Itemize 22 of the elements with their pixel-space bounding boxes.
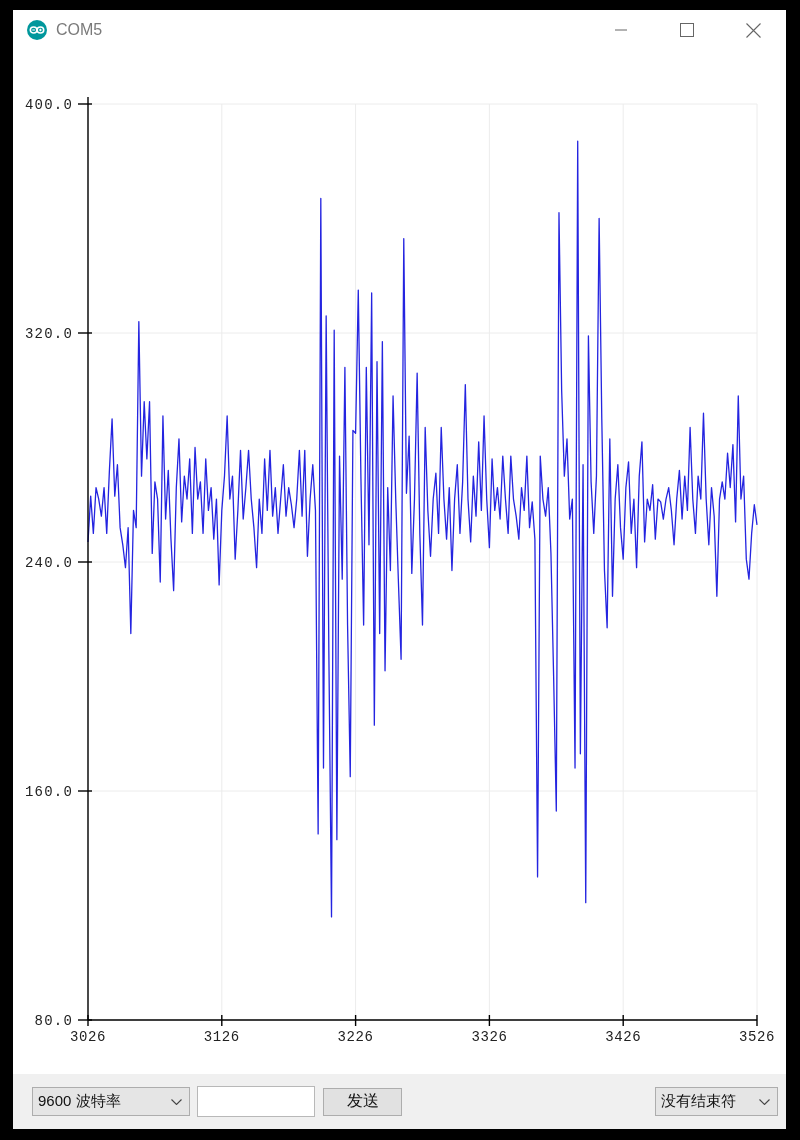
x-tick-label: 3326 bbox=[471, 1029, 508, 1045]
x-tick-label: 3226 bbox=[337, 1029, 374, 1045]
x-tick-label: 3126 bbox=[203, 1029, 240, 1045]
x-tick-label: 3026 bbox=[70, 1029, 106, 1045]
y-tick-label: 400.0 bbox=[25, 97, 73, 113]
app-logo-icon bbox=[27, 20, 47, 40]
send-button[interactable]: 发送 bbox=[323, 1087, 402, 1116]
close-icon bbox=[745, 22, 761, 38]
window-title: COM5 bbox=[56, 21, 103, 39]
y-tick-label: 80.0 bbox=[34, 1013, 73, 1029]
maximize-icon bbox=[680, 23, 694, 37]
minimize-icon bbox=[615, 29, 627, 31]
line-ending-dropdown[interactable]: 没有结束符 bbox=[655, 1087, 778, 1116]
x-tick-label: 3526 bbox=[739, 1029, 775, 1045]
chevron-down-icon bbox=[171, 1098, 182, 1105]
baud-rate-dropdown[interactable]: 9600 波特率 bbox=[32, 1087, 190, 1116]
y-tick-label: 160.0 bbox=[25, 784, 73, 800]
y-tick-label: 240.0 bbox=[25, 555, 73, 571]
message-input-field[interactable] bbox=[197, 1086, 315, 1117]
x-tick-label: 3426 bbox=[605, 1029, 642, 1045]
chevron-down-icon bbox=[759, 1098, 770, 1105]
y-tick-label: 320.0 bbox=[25, 326, 73, 342]
